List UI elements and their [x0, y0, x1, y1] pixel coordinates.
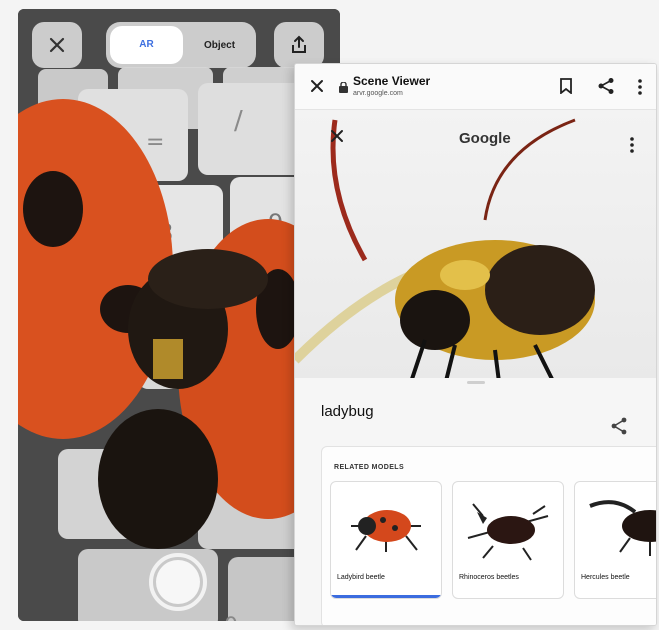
share-button[interactable]: [274, 22, 324, 68]
ladybird-beetle-thumbnail: [351, 510, 421, 552]
close-icon[interactable]: [329, 128, 345, 144]
close-icon[interactable]: [307, 76, 327, 96]
related-model-card[interactable]: Rhinoceros beetles: [452, 481, 564, 599]
browser-url-bar: Scene Viewer arvr.google.com: [295, 64, 656, 110]
mode-object-tab[interactable]: Object: [183, 40, 256, 51]
model-name: ladybug: [321, 403, 374, 420]
hercules-beetle-thumbnail: [589, 500, 656, 556]
3d-viewer-canvas[interactable]: Google: [295, 110, 656, 378]
selected-indicator: [331, 595, 441, 598]
svg-text:=: =: [146, 130, 164, 155]
related-model-card[interactable]: Hercules beetle: [574, 481, 656, 599]
ladybug-3d-model: [295, 118, 595, 378]
more-vert-icon[interactable]: [629, 136, 635, 154]
shutter-button[interactable]: [149, 553, 207, 611]
camera-feed: = / 8 9 0: [18, 9, 340, 621]
sheet-drag-handle[interactable]: [467, 381, 485, 384]
share-upload-icon: [292, 35, 306, 53]
mode-ar-tab[interactable]: AR: [110, 26, 183, 64]
more-vert-icon[interactable]: [637, 78, 643, 96]
bottom-sheet: ladybug RELATED MODELS Ladybird beetle R…: [295, 378, 656, 625]
ar-camera-view: = / 8 9 0 AR Object: [18, 9, 340, 621]
svg-text:0: 0: [224, 614, 238, 621]
svg-text:/: /: [234, 106, 243, 136]
related-model-label: Ladybird beetle: [337, 574, 385, 581]
close-button[interactable]: [32, 22, 82, 68]
page-title: Scene Viewer: [353, 74, 431, 88]
close-icon: [49, 37, 65, 53]
bookmark-icon[interactable]: [559, 78, 573, 94]
google-logo: Google: [459, 130, 511, 147]
rhinoceros-beetle-thumbnail: [467, 503, 549, 561]
related-model-card[interactable]: Ladybird beetle: [330, 481, 442, 599]
related-model-label: Hercules beetle: [581, 574, 630, 581]
share-icon[interactable]: [597, 77, 615, 95]
page-domain: arvr.google.com: [353, 90, 403, 97]
mode-toggle[interactable]: AR Object: [106, 22, 256, 68]
scene-viewer-window: Scene Viewer arvr.google.com Google lady…: [294, 63, 657, 626]
shutter-icon: [156, 560, 200, 604]
share-icon[interactable]: [609, 416, 629, 436]
lock-icon: [339, 82, 348, 93]
related-model-label: Rhinoceros beetles: [459, 574, 519, 581]
related-models-label: RELATED MODELS: [334, 464, 405, 471]
related-models-panel: RELATED MODELS Ladybird beetle Rhinocero…: [321, 446, 656, 625]
